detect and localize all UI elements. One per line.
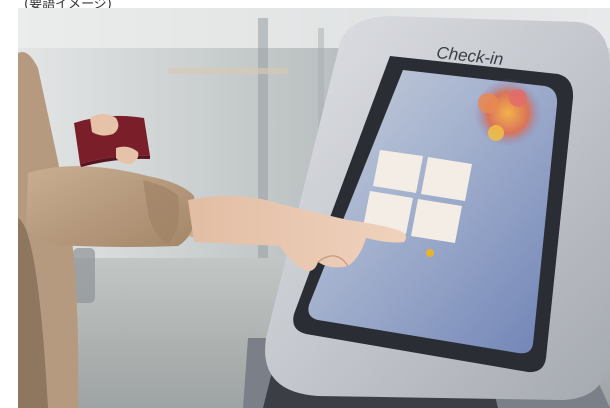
flower-graphic [474, 79, 542, 147]
photo-frame: (要語イメージ) Check-in [0, 0, 610, 408]
kiosk-photo: Check-in [18, 8, 610, 408]
